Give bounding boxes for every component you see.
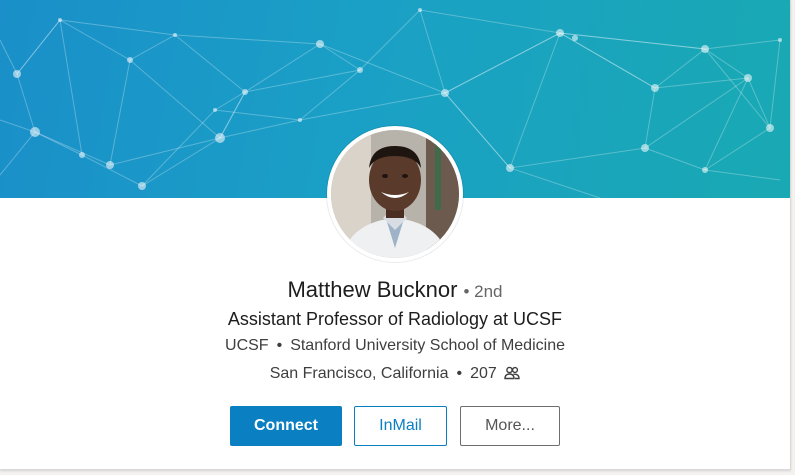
organization-current[interactable]: UCSF: [225, 337, 269, 354]
profile-headline: Assistant Professor of Radiology at UCSF: [227, 309, 563, 329]
connect-button[interactable]: Connect: [230, 406, 342, 446]
avatar-image: [331, 130, 459, 258]
separator-dot: •: [276, 337, 283, 354]
profile-location-line: San Francisco, California • 207: [0, 365, 790, 385]
inmail-button[interactable]: InMail: [354, 406, 447, 446]
profile-location: San Francisco, California: [269, 365, 449, 382]
profile-name: Matthew Bucknor: [287, 277, 458, 302]
profile-photo[interactable]: [327, 126, 463, 262]
connection-count[interactable]: 207: [470, 365, 497, 382]
name-line: Matthew Bucknor • 2nd: [0, 277, 790, 303]
profile-actions: Connect InMail More...: [0, 406, 790, 446]
profile-card: Matthew Bucknor • 2nd Assistant Professor…: [0, 0, 791, 470]
organization-education[interactable]: Stanford University School of Medicine: [290, 337, 565, 354]
people-icon: [504, 366, 520, 385]
profile-organizations: UCSF • Stanford University School of Medic…: [0, 337, 790, 355]
connection-degree: • 2nd: [463, 282, 503, 301]
more-button[interactable]: More...: [460, 406, 560, 446]
separator-dot: •: [456, 365, 463, 382]
connection-degree-value: 2nd: [474, 282, 503, 301]
